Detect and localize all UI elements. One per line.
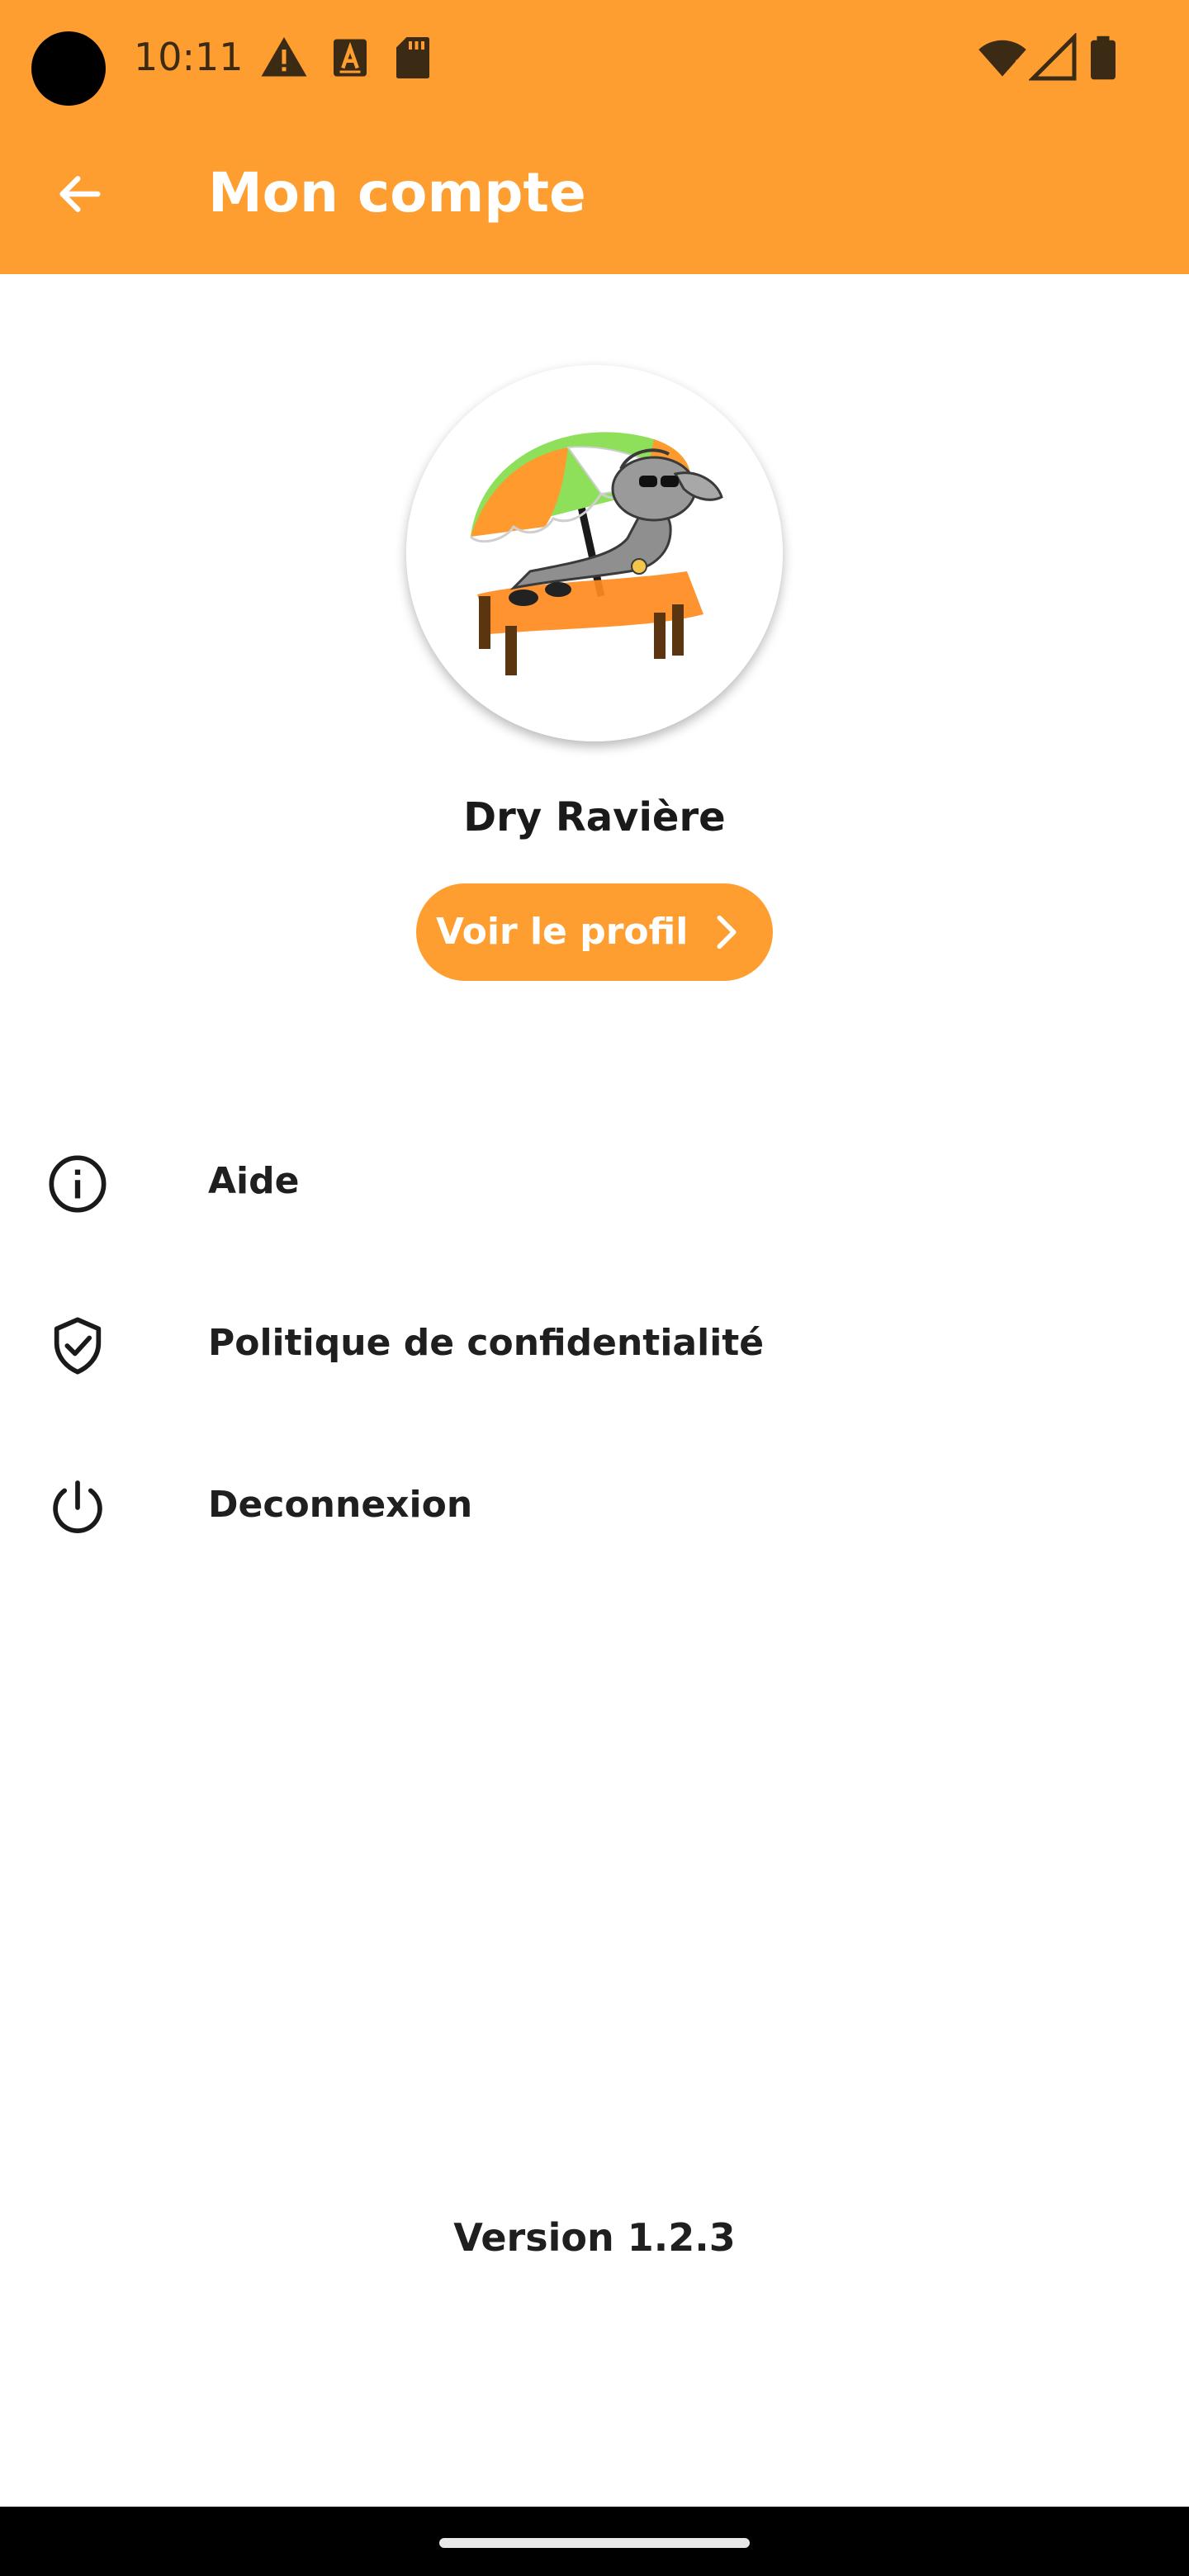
home-gesture-handle[interactable] (439, 2538, 750, 2548)
status-bar: 10:11 (0, 0, 1189, 114)
menu-item-privacy-policy[interactable]: Politique de confidentialité (0, 1262, 1189, 1423)
warning-icon (261, 37, 307, 77)
menu-item-logout[interactable]: Deconnexion (0, 1423, 1189, 1585)
app-version: Version 1.2.3 (453, 2215, 736, 2260)
avatar (406, 365, 783, 741)
profile-name: Dry Ravière (463, 794, 726, 841)
app-bar: Mon compte (0, 114, 1189, 274)
shield-check-icon (54, 1317, 102, 1375)
avatar-illustration (406, 365, 783, 741)
info-icon (49, 1155, 107, 1213)
view-profile-button[interactable]: Voir le profil (416, 883, 773, 981)
menu-item-label: Deconnexion (208, 1484, 473, 1526)
back-button[interactable] (33, 147, 127, 241)
status-time: 10:11 (134, 35, 244, 79)
page-title: Mon compte (208, 161, 586, 225)
arrow-back-icon (59, 176, 101, 212)
menu-item-aide[interactable]: Aide (0, 1100, 1189, 1262)
sd-card-icon (396, 37, 429, 78)
navigation-bar (0, 2507, 1189, 2576)
font-a-icon (334, 39, 367, 77)
menu-item-label: Politique de confidentialité (208, 1322, 765, 1364)
chevron-right-icon (717, 915, 737, 949)
view-profile-label: Voir le profil (436, 911, 689, 953)
screen: 10:11 Mon compte Dry Ravière Voir le pro… (0, 0, 1189, 2576)
power-icon (53, 1480, 102, 1533)
signal-icon (1029, 33, 1077, 81)
menu-item-label: Aide (208, 1160, 300, 1202)
camera-cutout (31, 31, 106, 106)
battery-icon (1091, 36, 1116, 80)
wifi-icon (978, 40, 1026, 78)
